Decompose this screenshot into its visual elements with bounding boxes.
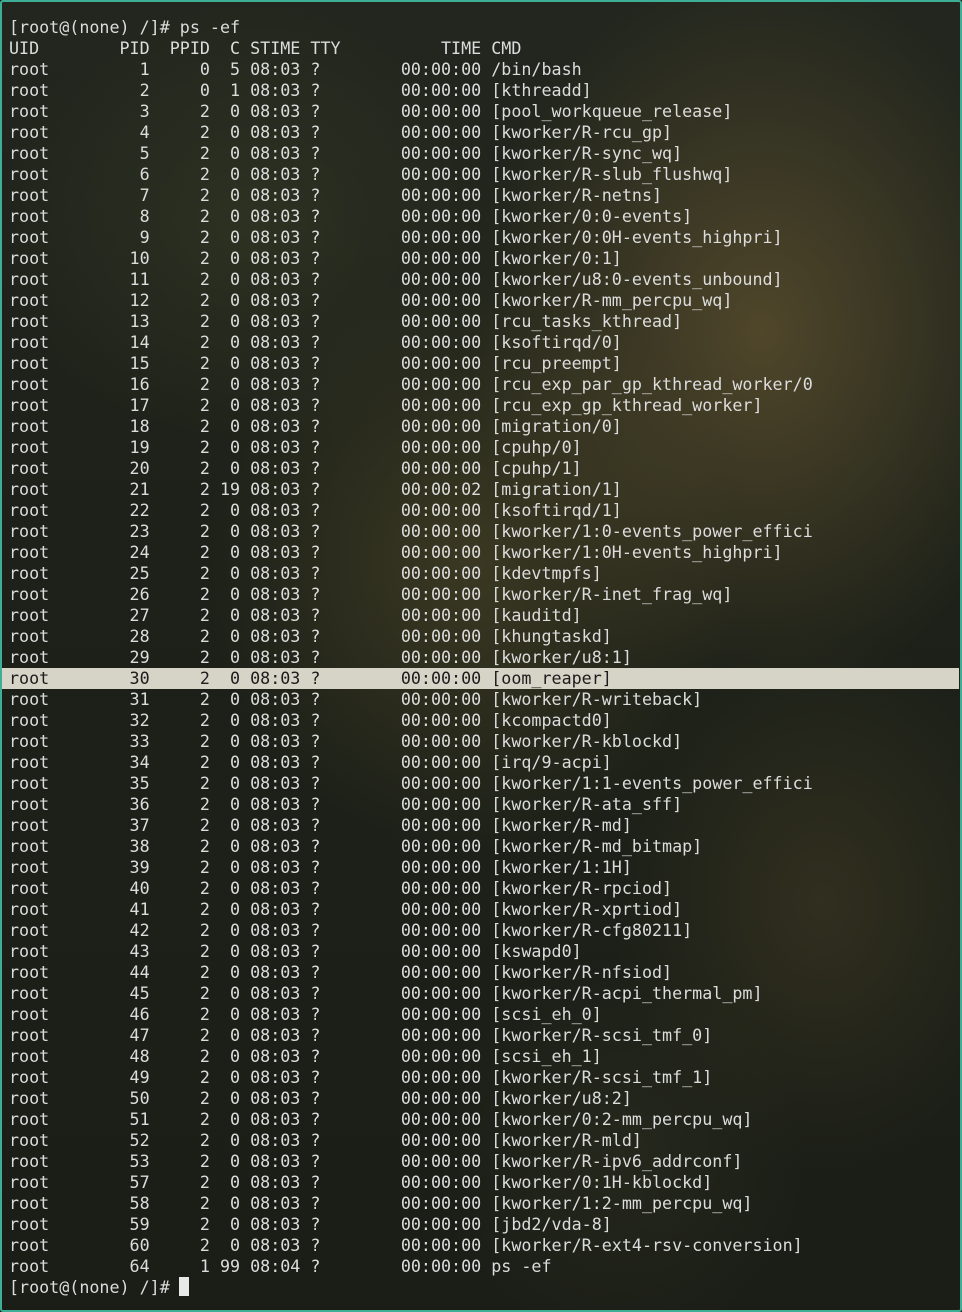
process-row: root 18 2 0 08:03 ? 00:00:00 [migration/… (9, 416, 622, 436)
process-row: root 28 2 0 08:03 ? 00:00:00 [khungtaskd… (9, 626, 612, 646)
process-row: root 9 2 0 08:03 ? 00:00:00 [kworker/0:0… (9, 227, 783, 247)
process-row: root 20 2 0 08:03 ? 00:00:00 [cpuhp/1] (9, 458, 582, 478)
process-row: root 10 2 0 08:03 ? 00:00:00 [kworker/0:… (9, 248, 622, 268)
process-row: root 12 2 0 08:03 ? 00:00:00 [kworker/R-… (9, 290, 733, 310)
process-row: root 38 2 0 08:03 ? 00:00:00 [kworker/R-… (9, 836, 703, 856)
process-row: root 6 2 0 08:03 ? 00:00:00 [kworker/R-s… (9, 164, 733, 184)
process-row: root 5 2 0 08:03 ? 00:00:00 [kworker/R-s… (9, 143, 683, 163)
process-row: root 60 2 0 08:03 ? 00:00:00 [kworker/R-… (9, 1235, 803, 1255)
process-row: root 36 2 0 08:03 ? 00:00:00 [kworker/R-… (9, 794, 683, 814)
process-row: root 37 2 0 08:03 ? 00:00:00 [kworker/R-… (9, 815, 632, 835)
process-row: root 11 2 0 08:03 ? 00:00:00 [kworker/u8… (9, 269, 783, 289)
process-row: root 1 0 5 08:03 ? 00:00:00 /bin/bash (9, 59, 582, 79)
prompt-line[interactable]: [root@(none) /]# (9, 1277, 959, 1298)
process-row: root 16 2 0 08:03 ? 00:00:00 [rcu_exp_pa… (9, 374, 813, 394)
process-row: root 13 2 0 08:03 ? 00:00:00 [rcu_tasks_… (9, 311, 683, 331)
process-row: root 47 2 0 08:03 ? 00:00:00 [kworker/R-… (9, 1025, 713, 1045)
process-row: root 30 2 0 08:03 ? 00:00:00 [oom_reaper… (2, 668, 959, 689)
process-row: root 45 2 0 08:03 ? 00:00:00 [kworker/R-… (9, 983, 763, 1003)
prompt: [root@(none) /]# (9, 1277, 170, 1297)
process-row: root 44 2 0 08:03 ? 00:00:00 [kworker/R-… (9, 962, 673, 982)
process-row: root 24 2 0 08:03 ? 00:00:00 [kworker/1:… (9, 542, 783, 562)
process-row: root 39 2 0 08:03 ? 00:00:00 [kworker/1:… (9, 857, 632, 877)
process-row: root 35 2 0 08:03 ? 00:00:00 [kworker/1:… (9, 773, 813, 793)
process-row: root 64 1 99 08:04 ? 00:00:00 ps -ef (9, 1256, 552, 1276)
process-row: root 49 2 0 08:03 ? 00:00:00 [kworker/R-… (9, 1067, 713, 1087)
process-row: root 27 2 0 08:03 ? 00:00:00 [kauditd] (9, 605, 582, 625)
process-row: root 19 2 0 08:03 ? 00:00:00 [cpuhp/0] (9, 437, 582, 457)
process-row: root 32 2 0 08:03 ? 00:00:00 [kcompactd0… (9, 710, 612, 730)
process-row: root 53 2 0 08:03 ? 00:00:00 [kworker/R-… (9, 1151, 743, 1171)
command-line: [root@(none) /]# ps -ef (9, 17, 241, 37)
process-row: root 7 2 0 08:03 ? 00:00:00 [kworker/R-n… (9, 185, 663, 205)
process-row: root 31 2 0 08:03 ? 00:00:00 [kworker/R-… (9, 689, 703, 709)
process-row: root 46 2 0 08:03 ? 00:00:00 [scsi_eh_0] (9, 1004, 602, 1024)
process-row: root 34 2 0 08:03 ? 00:00:00 [irq/9-acpi… (9, 752, 612, 772)
process-row: root 26 2 0 08:03 ? 00:00:00 [kworker/R-… (9, 584, 733, 604)
process-row: root 29 2 0 08:03 ? 00:00:00 [kworker/u8… (9, 647, 632, 667)
process-row: root 4 2 0 08:03 ? 00:00:00 [kworker/R-r… (9, 122, 673, 142)
process-row: root 23 2 0 08:03 ? 00:00:00 [kworker/1:… (9, 521, 813, 541)
process-row: root 57 2 0 08:03 ? 00:00:00 [kworker/0:… (9, 1172, 713, 1192)
process-row: root 33 2 0 08:03 ? 00:00:00 [kworker/R-… (9, 731, 683, 751)
terminal-output[interactable]: [root@(none) /]# ps -ef UID PID PPID C S… (2, 17, 959, 1298)
process-row: root 22 2 0 08:03 ? 00:00:00 [ksoftirqd/… (9, 500, 622, 520)
process-row: root 15 2 0 08:03 ? 00:00:00 [rcu_preemp… (9, 353, 622, 373)
process-row: root 21 2 19 08:03 ? 00:00:02 [migration… (9, 479, 622, 499)
process-row: root 52 2 0 08:03 ? 00:00:00 [kworker/R-… (9, 1130, 642, 1150)
process-row: root 8 2 0 08:03 ? 00:00:00 [kworker/0:0… (9, 206, 693, 226)
process-row: root 25 2 0 08:03 ? 00:00:00 [kdevtmpfs] (9, 563, 602, 583)
process-row: root 2 0 1 08:03 ? 00:00:00 [kthreadd] (9, 80, 592, 100)
process-row: root 14 2 0 08:03 ? 00:00:00 [ksoftirqd/… (9, 332, 622, 352)
text-cursor (178, 1277, 189, 1296)
process-row: root 48 2 0 08:03 ? 00:00:00 [scsi_eh_1] (9, 1046, 602, 1066)
process-row: root 17 2 0 08:03 ? 00:00:00 [rcu_exp_gp… (9, 395, 763, 415)
ps-header-row: UID PID PPID C STIME TTY TIME CMD (9, 38, 522, 58)
process-row: root 3 2 0 08:03 ? 00:00:00 [pool_workqu… (9, 101, 733, 121)
process-row: root 42 2 0 08:03 ? 00:00:00 [kworker/R-… (9, 920, 693, 940)
process-row: root 41 2 0 08:03 ? 00:00:00 [kworker/R-… (9, 899, 683, 919)
process-row: root 59 2 0 08:03 ? 00:00:00 [jbd2/vda-8… (9, 1214, 612, 1234)
process-row: root 50 2 0 08:03 ? 00:00:00 [kworker/u8… (9, 1088, 632, 1108)
process-row: root 43 2 0 08:03 ? 00:00:00 [kswapd0] (9, 941, 582, 961)
terminal-window[interactable]: [root@(none) /]# ps -ef UID PID PPID C S… (0, 0, 962, 1312)
process-row: root 40 2 0 08:03 ? 00:00:00 [kworker/R-… (9, 878, 673, 898)
process-row: root 58 2 0 08:03 ? 00:00:00 [kworker/1:… (9, 1193, 753, 1213)
process-row: root 51 2 0 08:03 ? 00:00:00 [kworker/0:… (9, 1109, 753, 1129)
